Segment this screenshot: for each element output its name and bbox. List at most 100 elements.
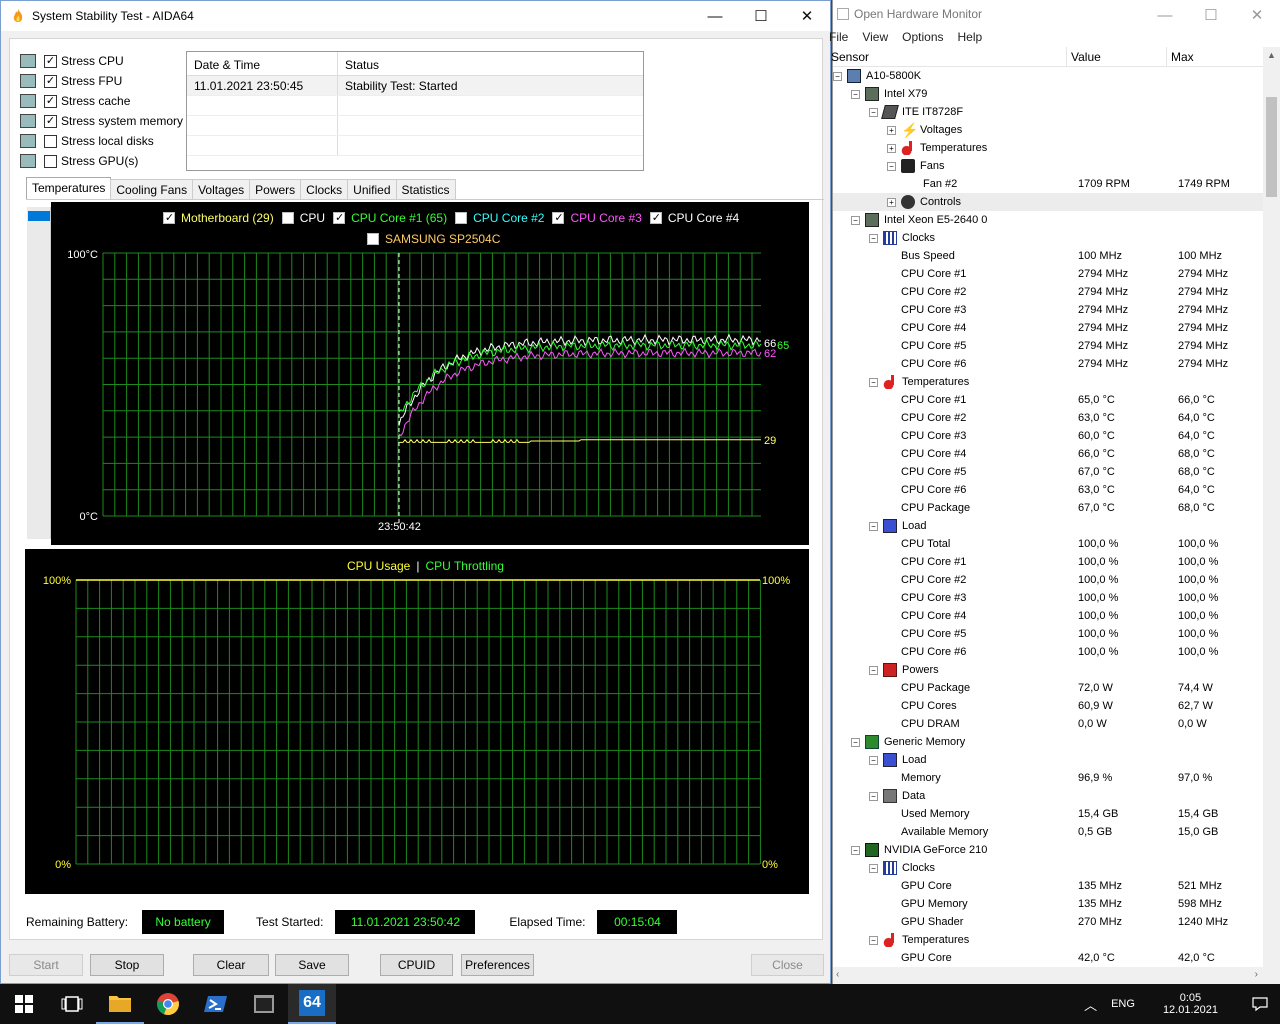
input-language[interactable]: ENG: [1111, 998, 1135, 1010]
collapse-icon[interactable]: −: [851, 89, 860, 99]
collapse-icon[interactable]: −: [851, 845, 860, 855]
stress-checkbox[interactable]: [44, 114, 57, 128]
sensor-row[interactable]: CPU Core #2 2794 MHz 2794 MHz: [833, 283, 1264, 301]
tab-cooling-fans[interactable]: Cooling Fans: [110, 179, 194, 199]
collapse-icon[interactable]: −: [869, 755, 878, 765]
sensor-row[interactable]: + ⚡ Voltages: [833, 121, 1264, 139]
sensor-row[interactable]: Memory 96,9 % 97,0 %: [833, 769, 1264, 787]
collapse-icon[interactable]: −: [869, 233, 878, 243]
sensor-row[interactable]: − Temperatures: [833, 373, 1264, 391]
notification-icon[interactable]: [1240, 996, 1280, 1012]
stress-option[interactable]: Stress cache: [20, 91, 183, 111]
expand-icon[interactable]: +: [887, 125, 896, 135]
ohm-titlebar[interactable]: Open Hardware Monitor — ☐ ✕: [833, 0, 1280, 28]
sensor-row[interactable]: CPU Core #5 67,0 °C 68,0 °C: [833, 463, 1264, 481]
sensor-row[interactable]: Available Memory 0,5 GB 15,0 GB: [833, 823, 1264, 841]
scroll-up-arrow[interactable]: ▲: [1267, 50, 1276, 60]
tab-clocks[interactable]: Clocks: [300, 179, 349, 199]
task-view-icon[interactable]: [48, 984, 96, 1024]
tab-statistics[interactable]: Statistics: [395, 179, 456, 199]
clear-button[interactable]: Clear: [193, 954, 269, 976]
sensor-row[interactable]: CPU Core #4 66,0 °C 68,0 °C: [833, 445, 1264, 463]
stress-checkbox[interactable]: [44, 54, 57, 68]
sensor-row[interactable]: GPU Core 135 MHz 521 MHz: [833, 877, 1264, 895]
sensor-row[interactable]: − Temperatures: [833, 931, 1264, 949]
sensor-row[interactable]: + Temperatures: [833, 139, 1264, 157]
sensor-row[interactable]: + Controls: [833, 193, 1264, 211]
sensor-row[interactable]: CPU Core #3 100,0 % 100,0 %: [833, 589, 1264, 607]
stress-option[interactable]: Stress GPU(s): [20, 151, 183, 171]
sensor-row[interactable]: Bus Speed 100 MHz 100 MHz: [833, 247, 1264, 265]
log-row[interactable]: 11.01.2021 23:50:45 Stability Test: Star…: [187, 76, 643, 96]
chrome-icon[interactable]: [144, 984, 192, 1024]
tab-temperatures[interactable]: Temperatures: [26, 177, 112, 199]
col-max[interactable]: Max: [1167, 47, 1257, 66]
sensor-row[interactable]: GPU Shader 270 MHz 1240 MHz: [833, 913, 1264, 931]
sensor-row[interactable]: CPU Core #1 2794 MHz 2794 MHz: [833, 265, 1264, 283]
sensor-row[interactable]: − NVIDIA GeForce 210: [833, 841, 1264, 859]
sensor-row[interactable]: − Data: [833, 787, 1264, 805]
collapse-icon[interactable]: −: [833, 71, 842, 81]
sensor-row[interactable]: CPU Core #5 2794 MHz 2794 MHz: [833, 337, 1264, 355]
stress-checkbox[interactable]: [44, 94, 57, 108]
collapse-icon[interactable]: −: [869, 521, 878, 531]
sensor-row[interactable]: CPU Core #6 100,0 % 100,0 %: [833, 643, 1264, 661]
collapse-icon[interactable]: −: [869, 863, 878, 873]
stress-option[interactable]: Stress FPU: [20, 71, 183, 91]
stress-option[interactable]: Stress local disks: [20, 131, 183, 151]
sensor-row[interactable]: CPU Core #2 63,0 °C 64,0 °C: [833, 409, 1264, 427]
close-window-button[interactable]: ✕: [784, 1, 830, 31]
save-button[interactable]: Save: [275, 954, 349, 976]
collapse-icon[interactable]: −: [869, 107, 878, 117]
sensor-row[interactable]: − Clocks: [833, 859, 1264, 877]
ohm-minimize-button[interactable]: —: [1142, 0, 1188, 30]
sensor-row[interactable]: CPU Core #2 100,0 % 100,0 %: [833, 571, 1264, 589]
sensor-row[interactable]: − Clocks: [833, 229, 1264, 247]
sensor-row[interactable]: CPU DRAM 0,0 W 0,0 W: [833, 715, 1264, 733]
start-button[interactable]: Start: [9, 954, 83, 976]
col-value[interactable]: Value: [1067, 47, 1167, 66]
menu-file[interactable]: File: [829, 30, 848, 44]
sensor-tree[interactable]: − A10-5800K − Intel X79− ITE IT8728F + ⚡ Voltag…: [833, 67, 1264, 967]
sensor-row[interactable]: GPU Memory 135 MHz 598 MHz: [833, 895, 1264, 913]
scroll-left-arrow[interactable]: ‹: [836, 969, 839, 980]
minimize-button[interactable]: —: [692, 1, 738, 31]
expand-icon[interactable]: +: [887, 197, 896, 207]
collapse-icon[interactable]: −: [887, 161, 896, 171]
chevron-up-icon[interactable]: ︿: [1084, 995, 1097, 1014]
menu-options[interactable]: Options: [902, 30, 943, 44]
sensor-row[interactable]: CPU Core #1 65,0 °C 66,0 °C: [833, 391, 1264, 409]
collapse-icon[interactable]: −: [869, 935, 878, 945]
terminal-window-icon[interactable]: [240, 984, 288, 1024]
event-log-list[interactable]: Date & Time Status 11.01.2021 23:50:45 S…: [186, 51, 644, 171]
sensor-row[interactable]: CPU Core #4 100,0 % 100,0 %: [833, 607, 1264, 625]
menu-view[interactable]: View: [862, 30, 888, 44]
sensor-row[interactable]: CPU Core #3 2794 MHz 2794 MHz: [833, 301, 1264, 319]
sensor-row[interactable]: − A10-5800K: [833, 67, 1264, 85]
sensor-row[interactable]: Used Memory 15,4 GB 15,4 GB: [833, 805, 1264, 823]
log-header-datetime[interactable]: Date & Time: [187, 52, 338, 75]
sensor-row[interactable]: − Powers: [833, 661, 1264, 679]
stress-option[interactable]: Stress CPU: [20, 51, 183, 71]
sensor-row[interactable]: CPU Package 72,0 W 74,4 W: [833, 679, 1264, 697]
collapse-icon[interactable]: −: [869, 791, 878, 801]
ohm-close-button[interactable]: ✕: [1234, 0, 1280, 30]
tab-powers[interactable]: Powers: [249, 179, 302, 199]
sensor-row[interactable]: CPU Package 67,0 °C 68,0 °C: [833, 499, 1264, 517]
tab-unified[interactable]: Unified: [347, 179, 397, 199]
log-header-status[interactable]: Status: [338, 52, 626, 75]
sensor-row[interactable]: CPU Core #5 100,0 % 100,0 %: [833, 625, 1264, 643]
collapse-icon[interactable]: −: [851, 737, 860, 747]
stress-checkbox[interactable]: [44, 154, 57, 168]
aida64-icon[interactable]: 64: [288, 984, 336, 1024]
sensor-row[interactable]: CPU Core #3 60,0 °C 64,0 °C: [833, 427, 1264, 445]
stop-button[interactable]: Stop: [90, 954, 164, 976]
sensor-row[interactable]: CPU Core #6 2794 MHz 2794 MHz: [833, 355, 1264, 373]
ohm-maximize-button[interactable]: ☐: [1188, 0, 1234, 30]
stress-option[interactable]: Stress system memory: [20, 111, 183, 131]
clock[interactable]: 0:05 12.01.2021: [1163, 992, 1218, 1016]
sensor-row[interactable]: − Intel X79: [833, 85, 1264, 103]
maximize-button[interactable]: ☐: [738, 1, 784, 31]
sensor-row[interactable]: − Fans: [833, 157, 1264, 175]
sensor-row[interactable]: − Intel Xeon E5-2640 0: [833, 211, 1264, 229]
